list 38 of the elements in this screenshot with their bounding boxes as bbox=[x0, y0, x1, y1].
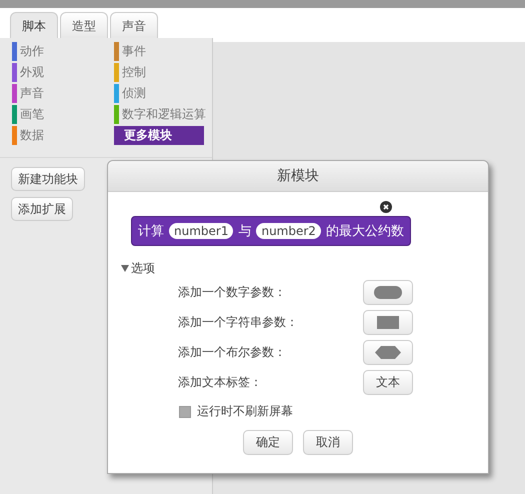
dialog-button[interactable]: 确定 bbox=[243, 430, 293, 455]
category-item[interactable]: 控制 bbox=[114, 63, 214, 82]
rounded-shape-icon bbox=[374, 286, 402, 298]
hexagon-shape-icon bbox=[375, 346, 401, 358]
add-parameter-button[interactable] bbox=[363, 280, 413, 304]
add-label-button[interactable]: 文本 bbox=[363, 370, 413, 394]
rectangle-shape-icon bbox=[377, 316, 399, 328]
checkbox-label: 运行时不刷新屏幕 bbox=[197, 403, 293, 420]
block-parameter[interactable]: number2 bbox=[256, 223, 321, 239]
option-label: 添加一个布尔参数： bbox=[178, 344, 286, 360]
option-label: 添加文本标签： bbox=[178, 374, 262, 390]
category-item[interactable]: 外观 bbox=[12, 63, 114, 82]
category-item[interactable]: 更多模块 bbox=[114, 126, 204, 145]
category-item[interactable]: 数据 bbox=[12, 126, 114, 145]
dialog-title: 新模块 bbox=[108, 161, 488, 192]
tab[interactable]: 声音 bbox=[110, 12, 158, 39]
block-label: 的最大公约数 bbox=[326, 223, 404, 240]
tab[interactable]: 造型 bbox=[60, 12, 108, 39]
category-item[interactable]: 动作 bbox=[12, 42, 114, 61]
options-toggle[interactable]: 选项 bbox=[121, 260, 161, 277]
close-icon[interactable] bbox=[380, 201, 392, 213]
tab[interactable]: 脚本 bbox=[10, 12, 58, 40]
checkbox[interactable] bbox=[179, 406, 191, 418]
option-label: 添加一个数字参数： bbox=[178, 284, 286, 300]
category-item[interactable]: 声音 bbox=[12, 84, 114, 103]
option-label: 添加一个字符串参数： bbox=[178, 314, 298, 330]
category-item[interactable]: 数字和逻辑运算 bbox=[114, 105, 214, 124]
palette-button[interactable]: 新建功能块 bbox=[11, 167, 85, 191]
add-parameter-button[interactable] bbox=[363, 340, 413, 364]
category-item[interactable]: 画笔 bbox=[12, 105, 114, 124]
category-item[interactable]: 侦测 bbox=[114, 84, 214, 103]
dialog-button[interactable]: 取消 bbox=[303, 430, 353, 455]
block-label: 与 bbox=[238, 223, 252, 240]
add-parameter-button[interactable] bbox=[363, 310, 413, 334]
palette-button[interactable]: 添加扩展 bbox=[11, 197, 73, 221]
category-item[interactable]: 事件 bbox=[114, 42, 214, 61]
block-label: 计算 bbox=[138, 223, 164, 240]
block-parameter[interactable]: number1 bbox=[169, 223, 234, 239]
